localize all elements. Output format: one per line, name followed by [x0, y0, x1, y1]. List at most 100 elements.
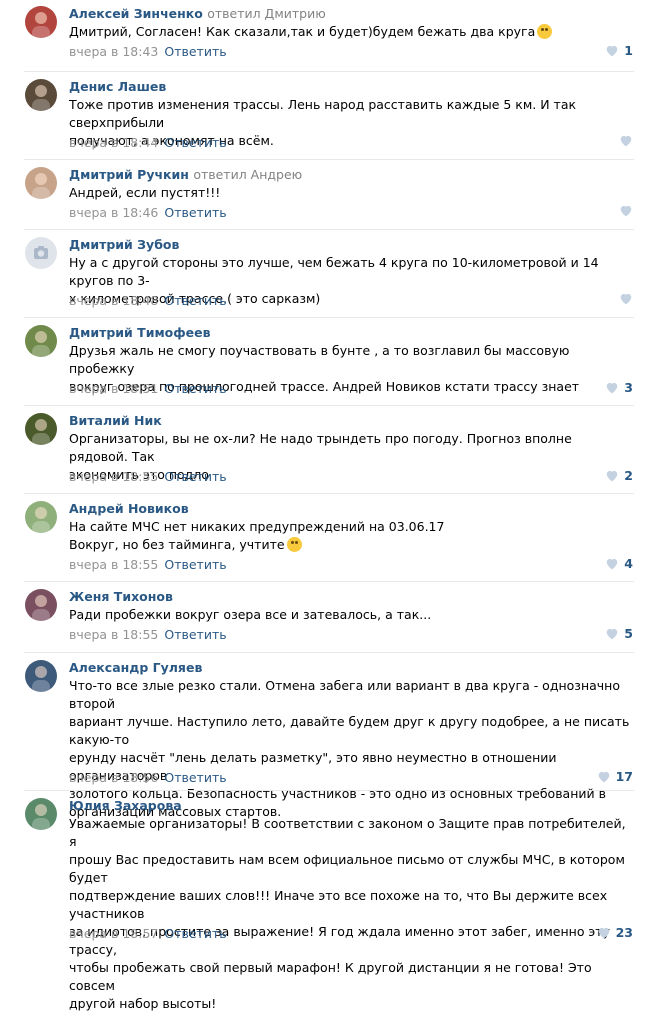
like-button[interactable]: [619, 204, 633, 217]
comment-author: Женя Тихонов: [69, 589, 173, 604]
heart-icon: [607, 558, 618, 570]
reply-button[interactable]: Ответить: [164, 557, 226, 572]
user-photo: [32, 804, 50, 830]
comment-timestamp[interactable]: вчера в 18:43: [69, 44, 158, 59]
avatar[interactable]: [25, 237, 57, 269]
author-name-link[interactable]: Дмитрий Зубов: [69, 237, 179, 252]
comment-meta: вчера в 18:55 Ответить: [69, 627, 227, 642]
comment-author: Алексей Зинченко ответил Дмитрию: [69, 6, 326, 21]
avatar[interactable]: [25, 589, 57, 621]
heart-icon: [607, 382, 618, 394]
comment-timestamp[interactable]: вчера в 18:56: [69, 770, 158, 785]
like-count: 17: [615, 769, 633, 784]
avatar[interactable]: [25, 79, 57, 111]
comment-meta: вчера в 18:57 Ответить: [69, 926, 227, 941]
comment-divider: [24, 159, 634, 160]
author-name-link[interactable]: Алексей Зинченко: [69, 6, 203, 21]
comment-author: Юлия Захарова: [69, 798, 182, 813]
comment-item: Дмитрий Зубов Ну а с другой стороны это л…: [0, 229, 658, 317]
comment-item: Дмитрий Тимофеев Друзья жаль не смогу поу…: [0, 317, 658, 405]
heart-icon: [620, 135, 632, 147]
wink-emoji-icon: [286, 537, 302, 552]
avatar[interactable]: [25, 660, 57, 692]
like-button[interactable]: 17: [597, 769, 633, 784]
comment-divider: [24, 493, 634, 494]
reply-button[interactable]: Ответить: [164, 205, 226, 220]
author-name-link[interactable]: Андрей Новиков: [69, 501, 189, 516]
like-button[interactable]: 1: [605, 43, 633, 58]
heart-icon: [607, 45, 618, 57]
user-photo: [32, 595, 50, 621]
comment-item: Андрей Новиков На сайте МЧС нет никаких п…: [0, 493, 658, 581]
user-photo: [32, 12, 50, 38]
comment-timestamp[interactable]: вчера в 18:57: [69, 926, 158, 941]
reply-button[interactable]: Ответить: [164, 627, 226, 642]
comment-divider: [24, 71, 634, 72]
comment-meta: вчера в 18:55 Ответить: [69, 557, 227, 572]
author-name-link[interactable]: Денис Лашев: [69, 79, 166, 94]
reply-button[interactable]: Ответить: [164, 770, 226, 785]
author-name-link[interactable]: Юлия Захарова: [69, 798, 182, 813]
comment-timestamp[interactable]: вчера в 18:48: [69, 293, 158, 308]
like-count: 5: [624, 626, 633, 641]
like-button[interactable]: [619, 292, 633, 305]
user-photo: [32, 507, 50, 533]
comment-author: Андрей Новиков: [69, 501, 189, 516]
reply-button[interactable]: Ответить: [164, 469, 226, 484]
laughing-emoji-icon: [537, 24, 553, 39]
author-name-link[interactable]: Дмитрий Тимофеев: [69, 325, 211, 340]
comment-divider: [24, 652, 634, 653]
author-name-link[interactable]: Александр Гуляев: [69, 660, 202, 675]
reply-button[interactable]: Ответить: [164, 926, 226, 941]
comment-item: Дмитрий Ручкин ответил Андрею Андрей, есл…: [0, 159, 658, 229]
like-button[interactable]: 4: [605, 556, 633, 571]
comment-meta: вчера в 18:51 Ответить: [69, 381, 227, 396]
heart-icon: [607, 470, 618, 482]
comment-item: Женя Тихонов Ради пробежки вокруг озера в…: [0, 581, 658, 652]
like-button[interactable]: [619, 134, 633, 147]
author-name-link[interactable]: Женя Тихонов: [69, 589, 173, 604]
comment-item: Денис Лашев Тоже против изменения трассы.…: [0, 71, 658, 159]
reply-to-label[interactable]: ответил Андрею: [193, 167, 302, 182]
comment-author: Дмитрий Ручкин ответил Андрею: [69, 167, 302, 182]
like-button[interactable]: 3: [605, 380, 633, 395]
comment-divider: [24, 229, 634, 230]
comment-timestamp[interactable]: вчера в 18:55: [69, 627, 158, 642]
reply-button[interactable]: Ответить: [164, 381, 226, 396]
heart-icon: [598, 771, 609, 783]
avatar[interactable]: [25, 6, 57, 38]
avatar[interactable]: [25, 798, 57, 830]
user-photo: [32, 666, 50, 692]
reply-button[interactable]: Ответить: [164, 293, 226, 308]
like-count: 4: [624, 556, 633, 571]
reply-to-label[interactable]: ответил Дмитрию: [207, 6, 326, 21]
heart-icon: [620, 205, 632, 217]
heart-icon: [607, 628, 618, 640]
like-count: 3: [624, 380, 633, 395]
like-count: 1: [624, 43, 633, 58]
comment-item: Юлия Захарова Уважаемые организаторы! В с…: [0, 790, 658, 1011]
like-count: 2: [624, 468, 633, 483]
comment-author: Дмитрий Тимофеев: [69, 325, 211, 340]
comment-timestamp[interactable]: вчера в 18:55: [69, 469, 158, 484]
comment-author: Дмитрий Зубов: [69, 237, 179, 252]
like-button[interactable]: 5: [605, 626, 633, 641]
reply-button[interactable]: Ответить: [164, 135, 226, 150]
like-button[interactable]: 2: [605, 468, 633, 483]
author-name-link[interactable]: Дмитрий Ручкин: [69, 167, 189, 182]
comment-timestamp[interactable]: вчера в 18:44: [69, 135, 158, 150]
comment-item: Александр Гуляев Что-то все злые резко ст…: [0, 652, 658, 819]
comment-meta: вчера в 18:43 Ответить: [69, 44, 227, 59]
heart-icon: [598, 927, 609, 939]
avatar[interactable]: [25, 413, 57, 445]
avatar[interactable]: [25, 325, 57, 357]
comment-timestamp[interactable]: вчера в 18:51: [69, 381, 158, 396]
comment-text: Ради пробежки вокруг озера все и затевал…: [69, 606, 634, 624]
reply-button[interactable]: Ответить: [164, 44, 226, 59]
avatar[interactable]: [25, 501, 57, 533]
avatar[interactable]: [25, 167, 57, 199]
comment-timestamp[interactable]: вчера в 18:46: [69, 205, 158, 220]
comment-item: Виталий Ник Организаторы, вы не ох-ли? Не…: [0, 405, 658, 493]
comment-timestamp[interactable]: вчера в 18:55: [69, 557, 158, 572]
author-name-link[interactable]: Виталий Ник: [69, 413, 162, 428]
